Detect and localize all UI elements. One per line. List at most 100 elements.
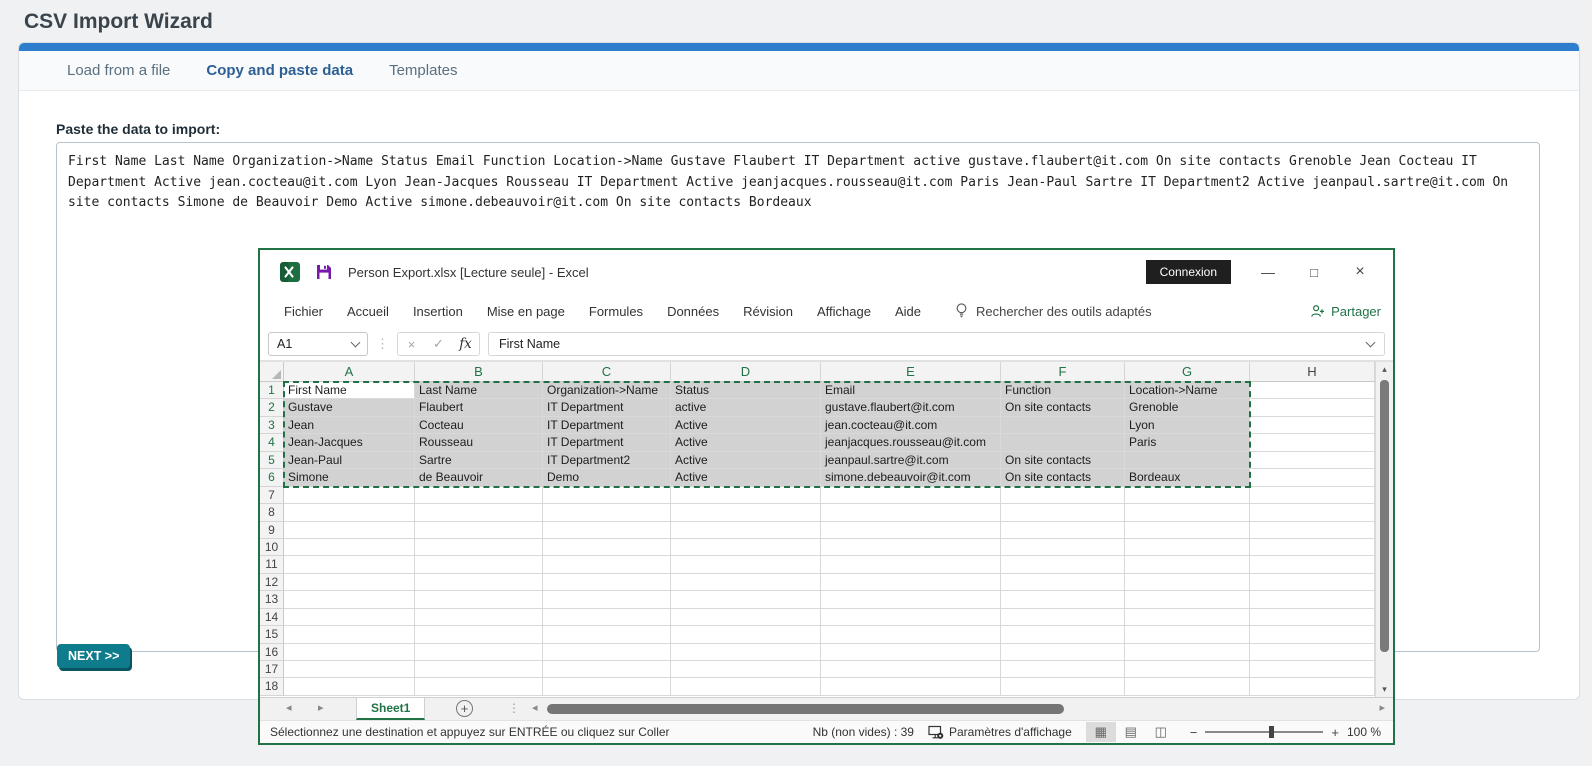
cell-A18[interactable] [284,678,415,695]
cell-F1[interactable]: Function [1001,382,1125,399]
cell-G12[interactable] [1125,574,1250,591]
cell-H6[interactable] [1250,469,1375,486]
cell-H17[interactable] [1250,661,1375,678]
tab-load-from-file[interactable]: Load from a file [49,51,188,91]
cell-E15[interactable] [821,626,1001,643]
zoom-slider[interactable] [1205,731,1323,733]
cell-D10[interactable] [671,539,821,556]
cell-B5[interactable]: Sartre [415,452,543,469]
cell-D18[interactable] [671,678,821,695]
next-button[interactable]: NEXT >> [57,644,130,668]
cell-G18[interactable] [1125,678,1250,695]
search-tools[interactable]: Rechercher des outils adaptés [955,302,1152,320]
row-header-10[interactable]: 10 [260,539,284,556]
cell-E13[interactable] [821,591,1001,608]
cell-G15[interactable] [1125,626,1250,643]
cell-D15[interactable] [671,626,821,643]
page-break-view-button[interactable]: ◫ [1146,722,1176,742]
cell-B2[interactable]: Flaubert [415,399,543,416]
maximize-button[interactable]: □ [1291,265,1337,280]
cell-C17[interactable] [543,661,671,678]
hscroll-right-icon[interactable]: ▸ [1379,701,1385,714]
row-header-12[interactable]: 12 [260,574,284,591]
cell-F2[interactable]: On site contacts [1001,399,1125,416]
cell-E2[interactable]: gustave.flaubert@it.com [821,399,1001,416]
cell-C13[interactable] [543,591,671,608]
cell-E3[interactable]: jean.cocteau@it.com [821,417,1001,434]
cell-G13[interactable] [1125,591,1250,608]
row-header-5[interactable]: 5 [260,452,284,469]
row-header-6[interactable]: 6 [260,469,284,486]
cell-G14[interactable] [1125,609,1250,626]
display-settings-button[interactable]: Paramètres d'affichage [928,725,1072,740]
cell-F10[interactable] [1001,539,1125,556]
cell-F9[interactable] [1001,522,1125,539]
cell-D11[interactable] [671,556,821,573]
sheet-options-dots-icon[interactable]: ⋮ [508,701,520,715]
zoom-slider-thumb[interactable] [1269,726,1274,738]
cell-D9[interactable] [671,522,821,539]
cell-A14[interactable] [284,609,415,626]
col-header-A[interactable]: A [284,362,415,382]
minimize-button[interactable]: — [1245,264,1291,280]
cell-B13[interactable] [415,591,543,608]
normal-view-button[interactable]: ▦ [1086,722,1116,742]
col-header-F[interactable]: F [1001,362,1125,382]
select-all-corner[interactable] [260,362,284,382]
cell-E16[interactable] [821,644,1001,661]
menu-insertion[interactable]: Insertion [401,304,475,319]
cell-F18[interactable] [1001,678,1125,695]
cell-B8[interactable] [415,504,543,521]
cell-B10[interactable] [415,539,543,556]
tab-copy-paste-data[interactable]: Copy and paste data [188,51,371,91]
row-header-18[interactable]: 18 [260,678,284,695]
cell-F6[interactable]: On site contacts [1001,469,1125,486]
cell-C16[interactable] [543,644,671,661]
add-sheet-button[interactable]: + [456,700,473,717]
formula-input[interactable]: First Name [488,332,1385,356]
cell-A4[interactable]: Jean-Jacques [284,434,415,451]
cell-D8[interactable] [671,504,821,521]
cell-D14[interactable] [671,609,821,626]
zoom-in-button[interactable]: + [1331,725,1339,740]
row-header-17[interactable]: 17 [260,661,284,678]
cell-A17[interactable] [284,661,415,678]
cell-H1[interactable] [1250,382,1375,399]
cell-G8[interactable] [1125,504,1250,521]
cell-F11[interactable] [1001,556,1125,573]
cell-D13[interactable] [671,591,821,608]
cell-H2[interactable] [1250,399,1375,416]
cell-H16[interactable] [1250,644,1375,661]
cell-A9[interactable] [284,522,415,539]
cell-A5[interactable]: Jean-Paul [284,452,415,469]
row-header-16[interactable]: 16 [260,644,284,661]
row-header-1[interactable]: 1 [260,382,284,399]
cell-B18[interactable] [415,678,543,695]
menu-fichier[interactable]: Fichier [272,304,335,319]
tab-templates[interactable]: Templates [371,51,475,91]
cell-G4[interactable]: Paris [1125,434,1250,451]
cell-E18[interactable] [821,678,1001,695]
cell-C3[interactable]: IT Department [543,417,671,434]
prev-sheet-icon[interactable]: ◂ [286,701,292,714]
cell-E14[interactable] [821,609,1001,626]
cell-F12[interactable] [1001,574,1125,591]
cell-B12[interactable] [415,574,543,591]
row-header-11[interactable]: 11 [260,556,284,573]
menu-données[interactable]: Données [655,304,731,319]
col-header-E[interactable]: E [821,362,1001,382]
name-box[interactable]: A1 [268,332,368,356]
cell-F17[interactable] [1001,661,1125,678]
cell-B9[interactable] [415,522,543,539]
cell-G6[interactable]: Bordeaux [1125,469,1250,486]
cell-C10[interactable] [543,539,671,556]
col-header-D[interactable]: D [671,362,821,382]
cell-H15[interactable] [1250,626,1375,643]
cell-G7[interactable] [1125,487,1250,504]
cell-D5[interactable]: Active [671,452,821,469]
cell-C12[interactable] [543,574,671,591]
cell-B4[interactable]: Rousseau [415,434,543,451]
cell-H4[interactable] [1250,434,1375,451]
menu-aide[interactable]: Aide [883,304,933,319]
menu-mise-en-page[interactable]: Mise en page [475,304,577,319]
